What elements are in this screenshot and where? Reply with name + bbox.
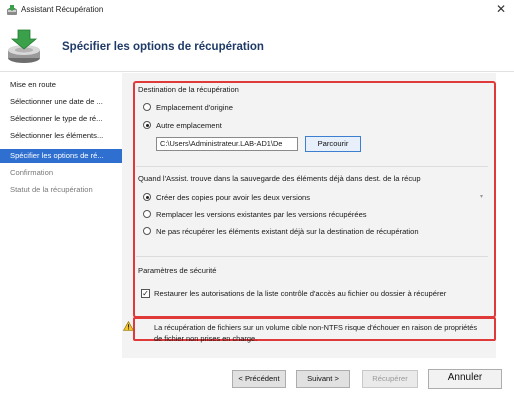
nav-step-select-items[interactable]: Sélectionner les éléments... [0, 129, 122, 143]
title-bar: Assistant Récupération ✕ [0, 0, 514, 20]
header-divider [0, 71, 514, 72]
highlight-box [133, 81, 496, 318]
nav-step-recovery-status: Statut de la récupération [10, 185, 93, 194]
backup-restore-icon [8, 29, 40, 63]
nav-step-confirmation: Confirmation [10, 168, 54, 177]
window-title: Assistant Récupération [21, 5, 104, 14]
close-icon[interactable]: ✕ [496, 2, 506, 16]
nav-step-specify-options[interactable]: Spécifier les options de ré... [0, 149, 122, 163]
nav-step-getting-started[interactable]: Mise en route [0, 78, 122, 92]
cancel-button[interactable]: Annuler [428, 369, 502, 389]
warning-icon [123, 321, 134, 331]
page-title: Spécifier les options de récupération [62, 41, 264, 53]
nav-step-select-type[interactable]: Sélectionner le type de ré... [0, 112, 122, 126]
next-button[interactable]: Suivant > [296, 370, 350, 388]
recover-button: Récupérer [362, 370, 418, 388]
app-icon [7, 5, 17, 15]
nav-step-select-date[interactable]: Sélectionner une date de ... [0, 95, 122, 109]
wizard-header: Spécifier les options de récupération [0, 20, 514, 73]
previous-button[interactable]: < Précédent [232, 370, 286, 388]
ntfs-warning-text: La récupération de fichiers sur un volum… [154, 323, 478, 343]
